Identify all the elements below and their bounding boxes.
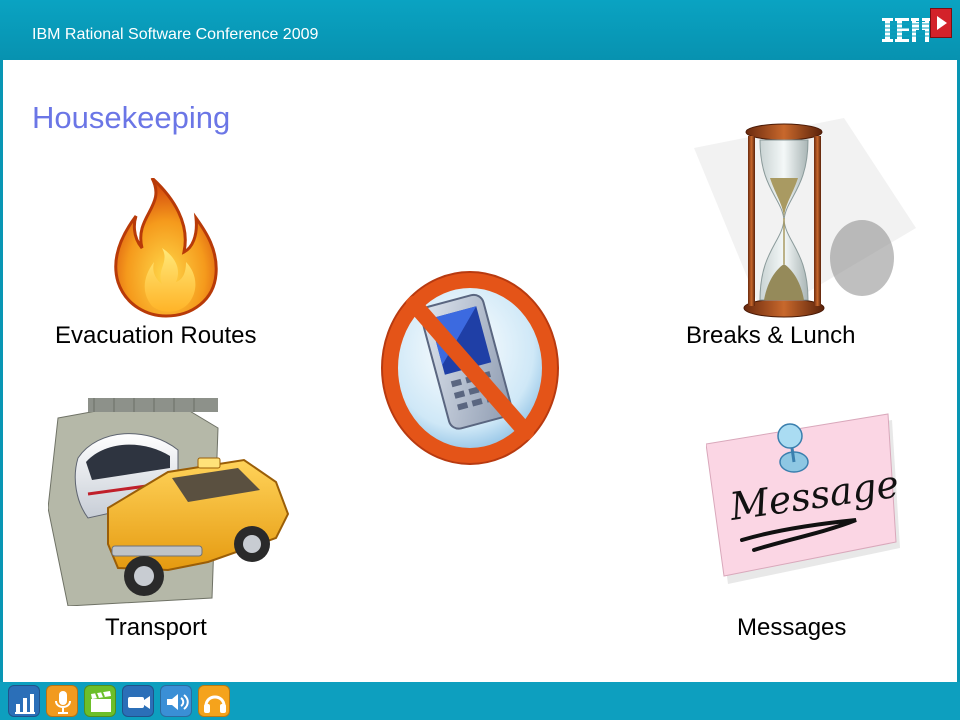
page-title: Housekeeping	[32, 100, 231, 135]
ibm-logo	[882, 18, 930, 42]
headphones-icon[interactable]	[198, 685, 230, 717]
clapperboard-icon[interactable]	[84, 685, 116, 717]
fire-icon	[114, 178, 218, 318]
slide: IBM Rational Software Conference 2009 Ho…	[0, 0, 960, 720]
transport-icon	[48, 398, 290, 606]
hourglass-icon	[694, 118, 916, 318]
no-phone-icon	[381, 271, 559, 465]
stats-icon[interactable]	[8, 685, 40, 717]
transport-label: Transport	[105, 614, 207, 641]
video-camera-icon[interactable]	[122, 685, 154, 717]
evacuation-routes-label: Evacuation Routes	[55, 322, 257, 349]
play-button[interactable]	[930, 8, 952, 38]
speaker-icon[interactable]	[160, 685, 192, 717]
microphone-icon[interactable]	[46, 685, 78, 717]
breaks-lunch-label: Breaks & Lunch	[686, 322, 856, 349]
header-bar: IBM Rational Software Conference 2009	[0, 0, 960, 60]
conference-title: IBM Rational Software Conference 2009	[32, 26, 319, 43]
message-note-icon: Message	[706, 413, 901, 584]
messages-label: Messages	[737, 614, 847, 641]
left-border	[0, 60, 3, 682]
